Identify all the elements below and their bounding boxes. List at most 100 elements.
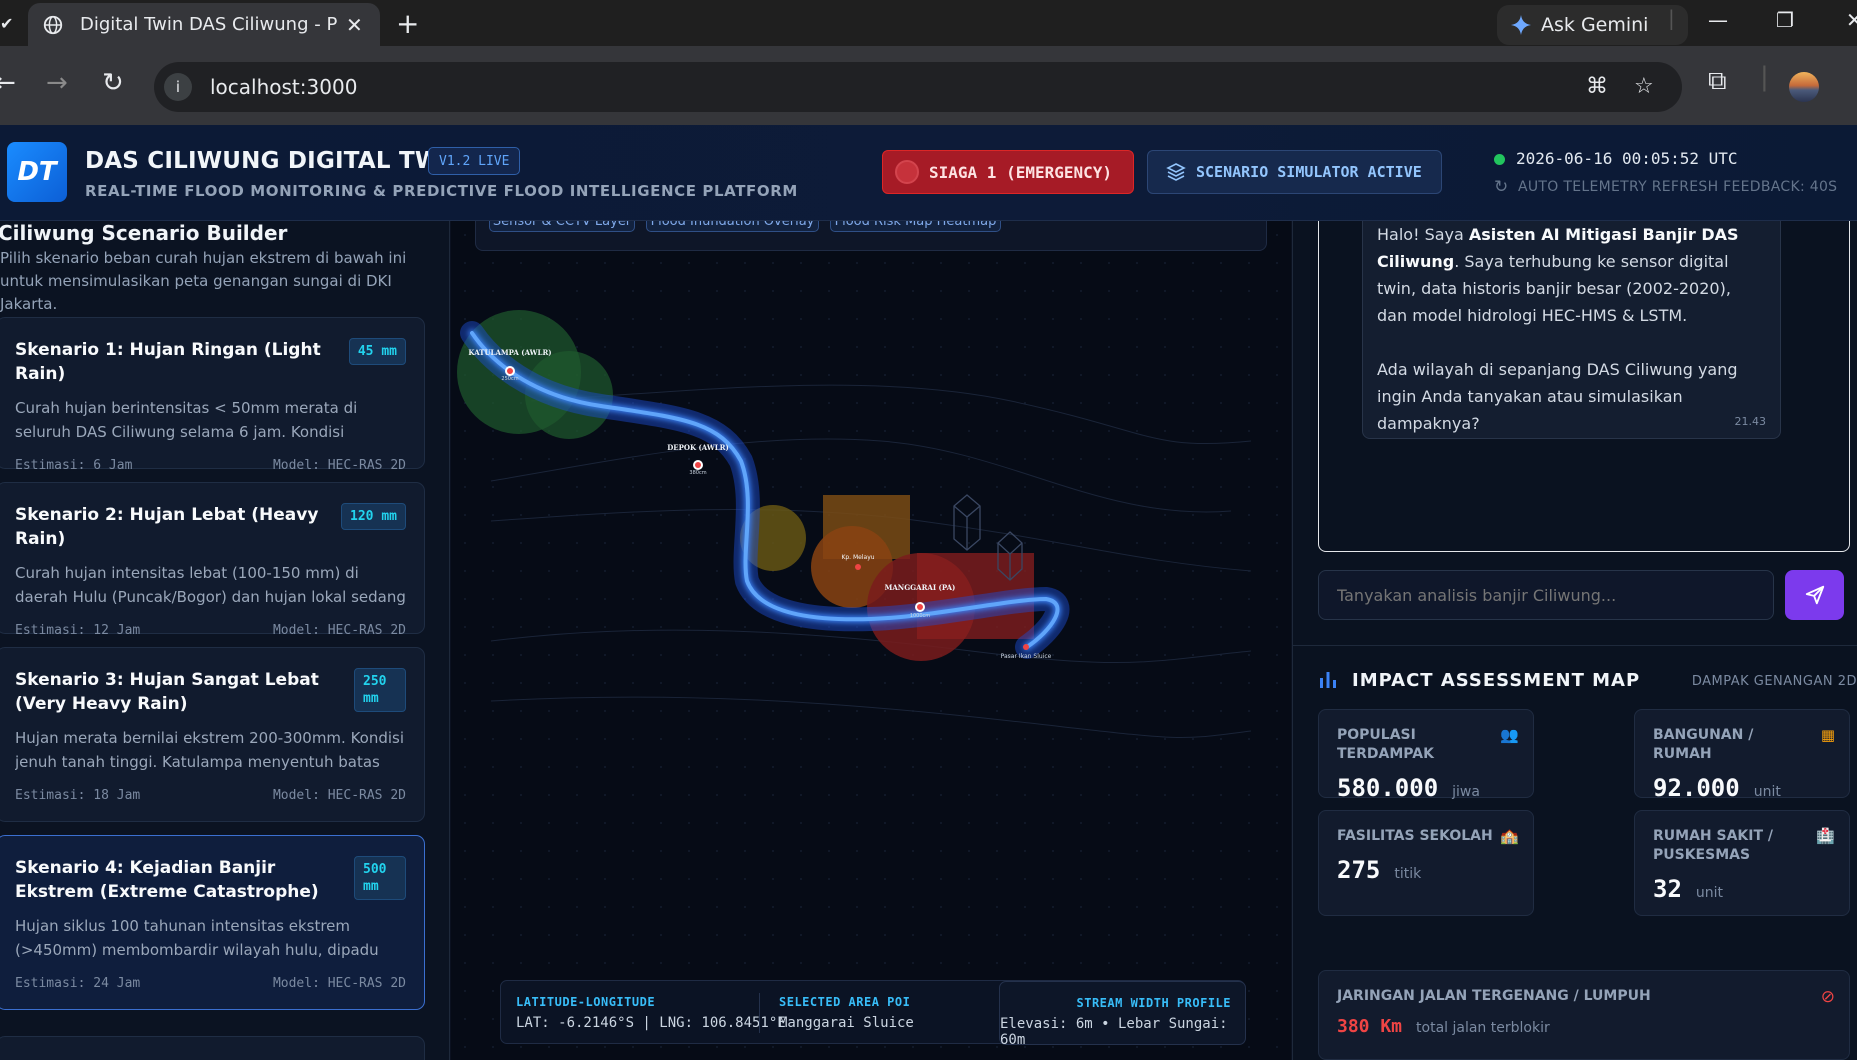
- map-canvas[interactable]: KATULAMPA (AWLR) 250cm DEPOK (AWLR) 380c…: [451, 221, 1291, 1060]
- url-text[interactable]: localhost:3000: [210, 75, 357, 99]
- stat-label: BANGUNAN / RUMAH: [1653, 727, 1754, 762]
- stat-unit: unit: [1753, 784, 1781, 800]
- tab-search-icon[interactable]: ✔: [0, 14, 13, 33]
- alert-dot-icon: [895, 160, 919, 184]
- scenario-estimate: Estimasi: 12 Jam: [15, 623, 141, 638]
- stream-width-panel: STREAM WIDTH PROFILE Elevasi: 6m • Lebar…: [999, 981, 1246, 1048]
- stat-value: 275: [1337, 856, 1381, 884]
- blocked-icon: ⊘: [1820, 987, 1835, 1007]
- new-tab-button[interactable]: +: [396, 7, 419, 40]
- scenario-card-5[interactable]: [0, 1036, 425, 1060]
- gemini-label: Ask Gemini: [1541, 14, 1649, 36]
- impact-title: IMPACT ASSESSMENT MAP: [1352, 670, 1641, 691]
- scenario-sidebar: Ciliwung Scenario Builder Pilih skenario…: [0, 221, 450, 1060]
- bookmark-star-icon[interactable]: ☆: [1634, 74, 1654, 99]
- live-status-dot: [1494, 154, 1505, 165]
- minimize-icon[interactable]: —: [1708, 8, 1728, 32]
- assistant-message-text: Halo! Saya Asisten AI Mitigasi Banjir DA…: [1377, 221, 1766, 437]
- browser-tab[interactable]: Digital Twin DAS Ciliwung - Prediksi Ban…: [28, 3, 380, 46]
- station-label: KATULAMPA (AWLR): [468, 348, 551, 357]
- selected-poi-clip: SELECTED AREA POI Manggarai Sluice: [779, 981, 989, 1045]
- timestamp: 2026-06-16 00:05:52 UTC: [1516, 149, 1738, 168]
- app-subtitle: REAL-TIME FLOOD MONITORING & PREDICTIVE …: [85, 182, 798, 200]
- stat-unit: titik: [1394, 866, 1422, 882]
- layer-button-inundation[interactable]: Flood Inundation Overlay: [646, 221, 819, 232]
- stat-card-hospitals: RUMAH SAKIT / PUSKESMAS 🏥 32 unit: [1634, 810, 1850, 916]
- chat-input[interactable]: [1318, 570, 1774, 620]
- scenario-estimate: Estimasi: 6 Jam: [15, 458, 133, 473]
- gemini-icon: [1511, 15, 1531, 35]
- reload-icon[interactable]: ↻: [102, 68, 124, 98]
- siaga-status-badge[interactable]: SIAGA 1 (EMERGENCY): [882, 150, 1134, 194]
- scenario-card-2[interactable]: Skenario 2: Hujan Lebat (Heavy Rain) 120…: [0, 482, 425, 638]
- scenario-description: Curah hujan berintensitas < 50mm merata …: [15, 399, 358, 441]
- divider: [759, 993, 760, 1033]
- stat-card-roads: JARINGAN JALAN TERGENANG / LUMPUH ⊘ 380 …: [1318, 970, 1850, 1060]
- scenario-model: Model: HEC-RAS 2D: [272, 788, 406, 803]
- layers-icon: [1166, 163, 1186, 181]
- refresh-status: AUTO TELEMETRY REFRESH FEEDBACK: 40S: [1518, 179, 1838, 195]
- close-window-icon[interactable]: ✕: [1846, 8, 1857, 32]
- station-label: Kp. Melayu: [841, 554, 874, 561]
- rainfall-badge: 500 mm: [354, 856, 406, 900]
- restore-icon[interactable]: ❐: [1776, 8, 1794, 32]
- stat-label: FASILITAS SEKOLAH: [1337, 828, 1493, 844]
- menu-icon[interactable]: ⋮: [1848, 68, 1857, 98]
- app-title: DAS CILIWUNG DIGITAL TWIN: [85, 148, 469, 174]
- omnibox[interactable]: i localhost:3000 ⌘ ☆: [154, 62, 1682, 112]
- layer-button-heatmap[interactable]: Flood Risk Map Heatmap: [830, 221, 1001, 232]
- stat-label: JARINGAN JALAN TERGENANG / LUMPUH: [1337, 988, 1651, 1004]
- station-depok[interactable]: DEPOK (AWLR) 380cm: [667, 443, 729, 476]
- scenario-card-3[interactable]: Skenario 3: Hujan Sangat Lebat (Very Hea…: [0, 647, 425, 822]
- greeting-text: Halo! Saya: [1377, 225, 1469, 244]
- message-time: 21.43: [1734, 415, 1767, 428]
- ask-gemini-button[interactable]: Ask Gemini: [1497, 5, 1688, 45]
- sidebar-description: Pilih skenario beban curah hujan ekstrem…: [0, 249, 407, 313]
- rainfall-badge: 250 mm: [354, 668, 406, 712]
- scenario-title: Skenario 3: Hujan Sangat Lebat (Very Hea…: [15, 670, 319, 714]
- section-divider: [1293, 645, 1857, 646]
- scenario-status-label: SCENARIO SIMULATOR ACTIVE: [1196, 163, 1422, 181]
- scenario-title: Skenario 1: Hujan Ringan (Light Rain): [15, 340, 321, 384]
- close-tab-icon[interactable]: ✕: [346, 13, 363, 37]
- back-icon[interactable]: ←: [0, 68, 16, 98]
- app-header: DT DAS CILIWUNG DIGITAL TWIN V1.2 LIVE R…: [0, 125, 1857, 221]
- layer-toggle-bar: Sensor & CCTV Layer Flood Inundation Ove…: [475, 221, 1267, 251]
- coords-value: LAT: -6.2146°S | LNG: 106.8451°E: [516, 1015, 786, 1031]
- scenario-description: Curah hujan intensitas lebat (100-150 mm…: [15, 564, 406, 606]
- forward-icon[interactable]: →: [46, 68, 68, 98]
- layer-button-sensor[interactable]: Sensor & CCTV Layer: [489, 221, 635, 232]
- scenario-model: Model: HEC-RAS 2D: [272, 976, 406, 991]
- stat-unit: total jalan terblokir: [1416, 1020, 1550, 1036]
- stat-value: 92.000: [1653, 774, 1740, 802]
- flood-map[interactable]: KATULAMPA (AWLR) 250cm DEPOK (AWLR) 380c…: [451, 221, 1291, 1060]
- school-icon: 🏫: [1500, 827, 1519, 845]
- siaga-label: SIAGA 1 (EMERGENCY): [929, 162, 1113, 182]
- site-info-icon[interactable]: i: [164, 73, 192, 101]
- stat-card-buildings: BANGUNAN / RUMAH ▦ 92.000 unit: [1634, 709, 1850, 802]
- station-label: MANGGARAI (PA): [885, 583, 956, 592]
- translate-icon[interactable]: ⌘: [1586, 74, 1608, 99]
- scenario-card-1[interactable]: Skenario 1: Hujan Ringan (Light Rain) 45…: [0, 317, 425, 473]
- chat-window[interactable]: Halo! Saya Asisten AI Mitigasi Banjir DA…: [1318, 221, 1850, 552]
- stat-unit: jiwa: [1452, 784, 1480, 800]
- address-bar-row: ← → ↻ i localhost:3000 ⌘ ☆ ⧉ | ⋮: [0, 46, 1857, 125]
- coords-label: LATITUDE-LONGITUDE: [516, 995, 656, 1009]
- stat-card-schools: FASILITAS SEKOLAH 🏫 275 titik: [1318, 810, 1534, 916]
- station-value: 380cm: [689, 470, 706, 476]
- bar-chart-icon: [1320, 672, 1336, 688]
- scenario-card-4[interactable]: Skenario 4: Kejadian Banjir Ekstrem (Ext…: [0, 835, 425, 1010]
- profile-avatar[interactable]: [1789, 72, 1819, 102]
- rainfall-badge: 45 mm: [348, 338, 406, 365]
- scenario-description: Hujan merata bernilai ekstrem 200-300mm.…: [15, 729, 405, 771]
- scenario-title: Skenario 2: Hujan Lebat (Heavy Rain): [15, 505, 319, 549]
- stat-card-population: POPULASI TERDAMPAK 👥 580.000 jiwa: [1318, 709, 1534, 802]
- coordinate-panel: LATITUDE-LONGITUDE LAT: -6.2146°S | LNG:…: [500, 980, 1246, 1048]
- scenario-simulator-badge[interactable]: SCENARIO SIMULATOR ACTIVE: [1147, 150, 1442, 194]
- station-label: DEPOK (AWLR): [667, 443, 729, 452]
- station-value: 1000cm: [910, 613, 930, 619]
- stat-label: POPULASI TERDAMPAK: [1337, 727, 1434, 762]
- scenario-model: Model: HEC-RAS 2D: [272, 458, 406, 473]
- extensions-icon[interactable]: ⧉: [1708, 66, 1727, 97]
- send-button[interactable]: [1785, 570, 1844, 620]
